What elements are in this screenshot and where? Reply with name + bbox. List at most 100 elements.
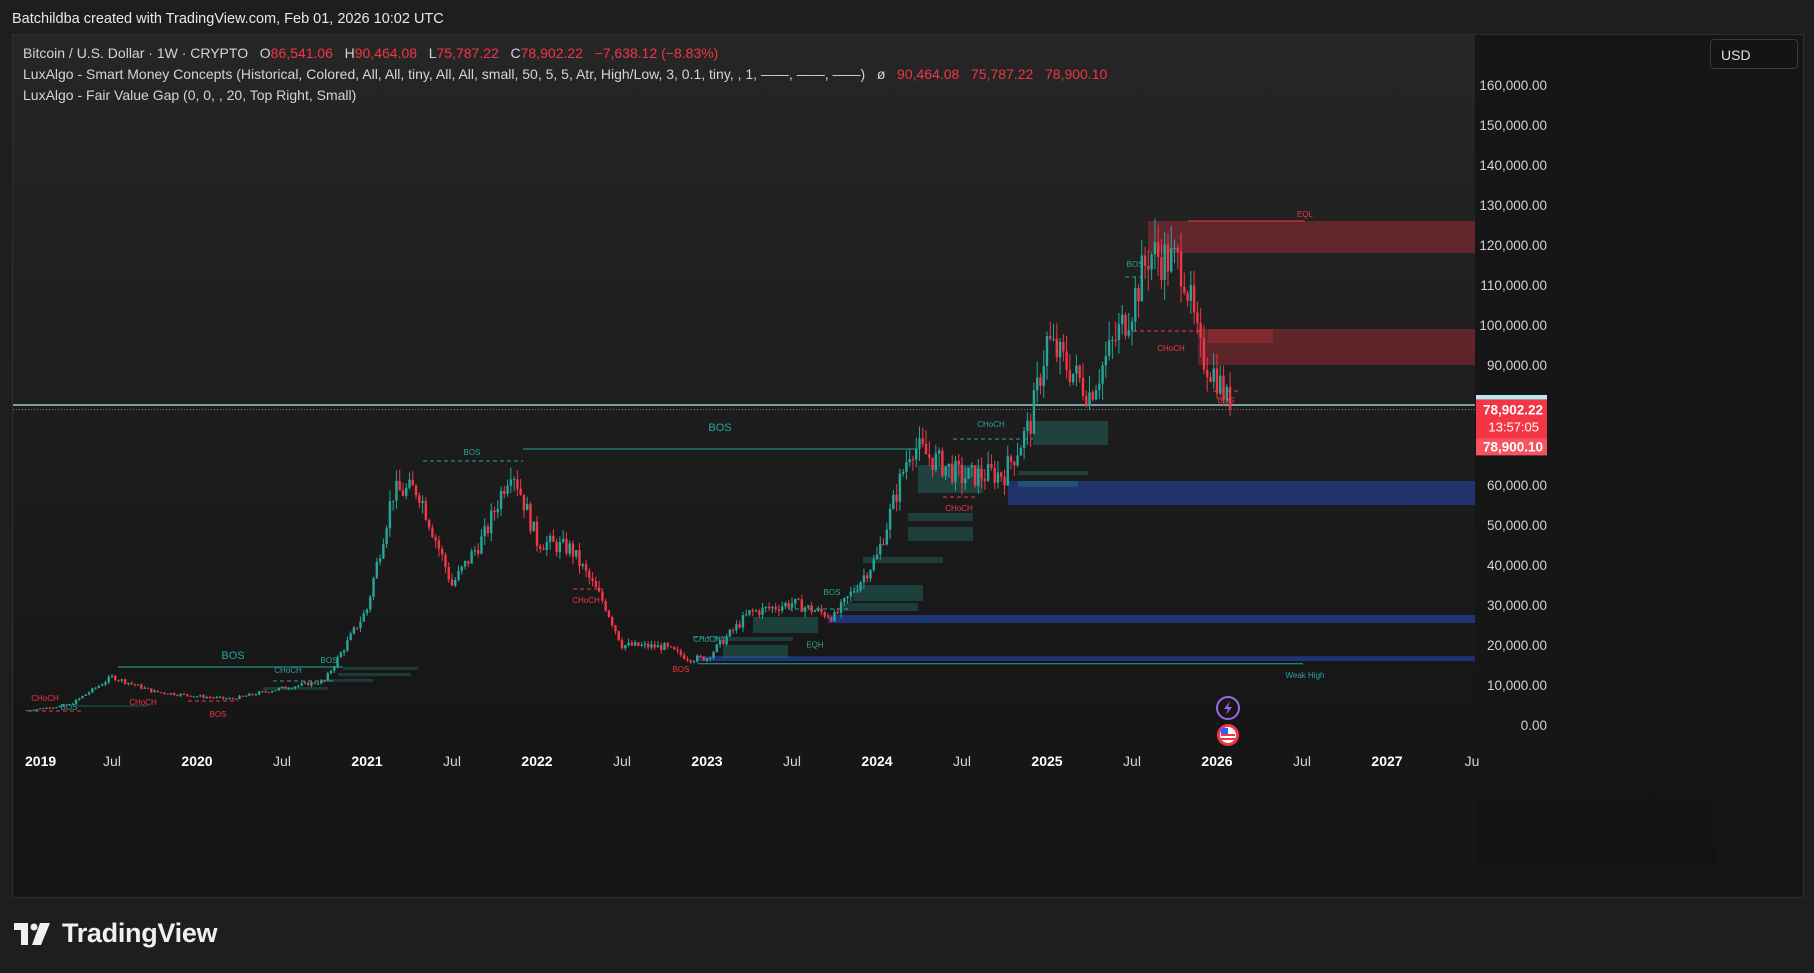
time-axis-label: 2020 xyxy=(181,753,212,769)
candle-body xyxy=(715,644,719,652)
time-axis[interactable] xyxy=(13,745,1475,897)
smc-label: BOS xyxy=(464,448,481,457)
candle-body xyxy=(1107,340,1111,356)
candle-body xyxy=(270,691,274,693)
order-block-zone xyxy=(1208,329,1273,343)
candle-body xyxy=(339,652,343,658)
candle-body xyxy=(774,606,777,610)
candle-body xyxy=(35,709,39,711)
candle-body xyxy=(1202,337,1206,370)
candle-body xyxy=(941,450,944,476)
order-block-zone xyxy=(908,527,973,541)
candle-body xyxy=(293,686,297,689)
candle-body xyxy=(228,698,231,700)
candle-body xyxy=(1000,472,1003,477)
candle-body xyxy=(905,462,908,472)
indicator-legend-row-fvg[interactable]: LuxAlgo - Fair Value Gap (0, 0, , 20, To… xyxy=(23,85,1107,106)
candle-body xyxy=(199,695,202,697)
candle-body xyxy=(78,698,81,700)
candle-body xyxy=(470,551,473,564)
candle-body xyxy=(1003,476,1006,486)
candle-body xyxy=(754,610,758,612)
candle-body xyxy=(1143,255,1147,266)
order-block-zone xyxy=(1033,421,1108,445)
chart-pane[interactable]: BOS BOS BOS BOS BOS BOS BOS BOS BOS BOS CHoCH CHoCH… xyxy=(12,34,1804,898)
candle-body xyxy=(1078,365,1081,378)
candle-body xyxy=(503,490,506,495)
candle-body xyxy=(525,503,529,511)
time-axis-label: 2026 xyxy=(1201,753,1232,769)
candle-body xyxy=(522,494,526,511)
candle-body xyxy=(1026,420,1029,431)
candle-body xyxy=(735,624,738,631)
chart-svg: BOSBOSBOSBOSBOSBOSBOSBOSBOSBOSCHoCHCHoCH… xyxy=(13,35,1803,897)
candle-body xyxy=(483,526,486,537)
candle-body xyxy=(405,487,408,496)
candle-body xyxy=(1091,392,1094,400)
candle-body xyxy=(924,444,928,455)
candle-body xyxy=(1071,373,1075,383)
price-axis-label: 30,000.00 xyxy=(1487,598,1547,613)
indicator-smc-name[interactable]: LuxAlgo - Smart Money Concepts (Historic… xyxy=(23,66,865,82)
candle-body xyxy=(764,606,768,608)
candle-body xyxy=(42,708,45,710)
candle-body xyxy=(235,698,238,700)
candle-body xyxy=(898,473,902,502)
candle-body xyxy=(1035,377,1039,391)
close-value: 78,902.22 xyxy=(520,45,583,61)
candle-body xyxy=(934,453,938,470)
candle-body xyxy=(673,646,676,650)
candle-body xyxy=(1189,285,1193,301)
candle-body xyxy=(610,617,614,626)
indicator-smc-symbol: ø xyxy=(876,66,886,82)
candle-body xyxy=(225,698,228,700)
candle-body xyxy=(369,596,372,610)
candle-body xyxy=(248,693,251,696)
candle-body xyxy=(189,695,192,697)
candle-body xyxy=(686,659,689,661)
candle-body xyxy=(94,687,97,689)
candle-body xyxy=(326,673,329,681)
candle-body xyxy=(990,464,993,469)
currency-button[interactable]: USD xyxy=(1710,39,1798,69)
candle-body xyxy=(794,598,797,604)
symbol-legend-row[interactable]: Bitcoin / U.S. Dollar · 1W · CRYPTO O86,… xyxy=(23,43,1107,64)
candle-body xyxy=(594,581,598,588)
candle-body xyxy=(1153,242,1157,255)
candle-body xyxy=(414,485,418,496)
candle-body xyxy=(1196,312,1199,324)
smc-label: EQL xyxy=(1297,210,1314,219)
candle-body xyxy=(1150,254,1153,270)
candle-body xyxy=(159,692,163,694)
candle-body xyxy=(133,684,137,686)
candle-body xyxy=(104,682,107,685)
candle-body xyxy=(450,579,454,586)
candle-body xyxy=(604,601,607,611)
order-block-zone xyxy=(1148,221,1486,253)
candle-body xyxy=(251,693,254,695)
candle-body xyxy=(506,485,509,495)
indicator-fvg-name[interactable]: LuxAlgo - Fair Value Gap (0, 0, , 20, To… xyxy=(23,87,356,103)
candle-body xyxy=(1081,377,1085,396)
candle-body xyxy=(660,645,663,651)
time-axis-label: 2027 xyxy=(1371,753,1402,769)
price-axis-label: 130,000.00 xyxy=(1479,198,1547,213)
candle-body xyxy=(849,591,853,597)
candle-body xyxy=(84,694,88,696)
order-block-zone xyxy=(753,617,818,633)
candle-body xyxy=(241,695,244,697)
price-axis-label: 140,000.00 xyxy=(1479,158,1547,173)
candle-body xyxy=(709,657,712,659)
indicator-legend-row-smc[interactable]: LuxAlgo - Smart Money Concepts (Historic… xyxy=(23,64,1107,85)
smc-label: BOS xyxy=(708,422,731,434)
candle-body xyxy=(493,510,496,513)
candle-body xyxy=(208,697,212,699)
candle-body xyxy=(738,624,741,628)
candle-body xyxy=(702,656,705,661)
candle-body xyxy=(921,438,924,445)
symbol-name[interactable]: Bitcoin / U.S. Dollar · 1W · CRYPTO xyxy=(23,45,248,61)
candle-body xyxy=(45,707,48,709)
candle-body xyxy=(676,649,679,651)
candle-body xyxy=(277,688,280,691)
candle-body xyxy=(983,478,987,481)
